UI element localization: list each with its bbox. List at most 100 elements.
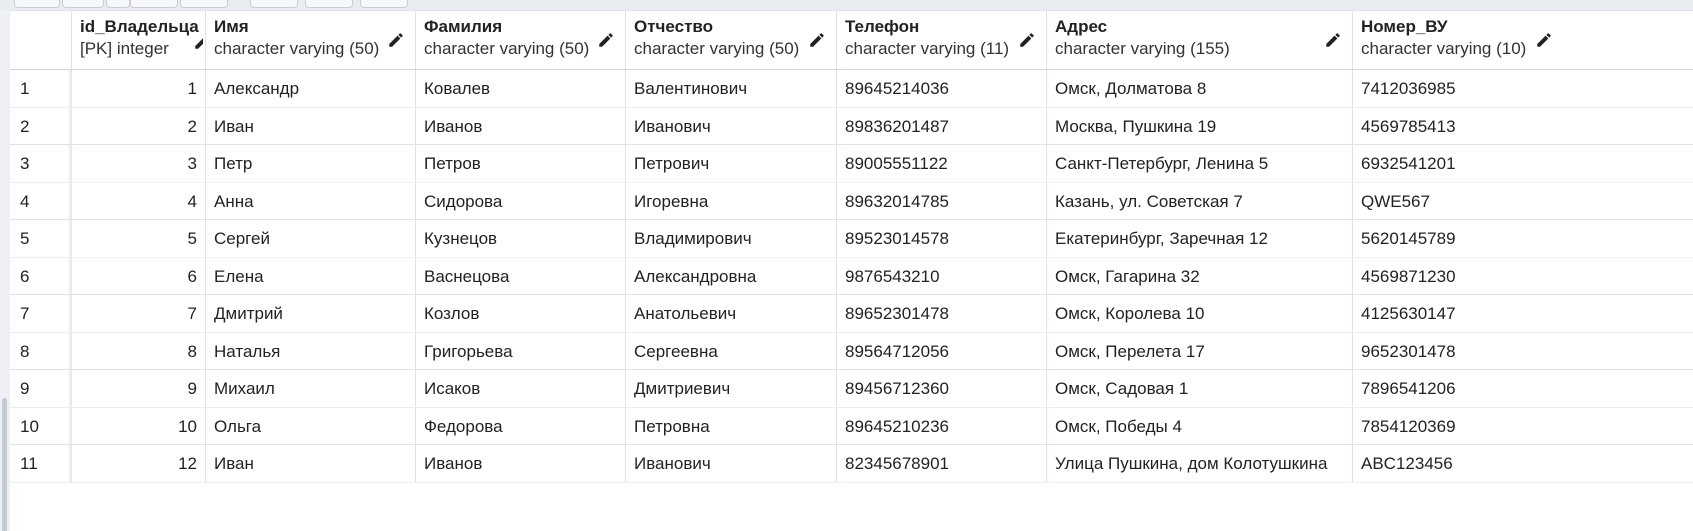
table-cell[interactable]: 89456712360: [837, 370, 1047, 407]
toolbar-button[interactable]: [14, 0, 60, 8]
table-cell[interactable]: 89523014578: [837, 220, 1047, 257]
table-cell[interactable]: Иван: [206, 107, 416, 144]
table-cell[interactable]: Федорова: [416, 407, 626, 444]
table-cell[interactable]: Иванов: [416, 445, 626, 482]
table-cell[interactable]: 89564712056: [837, 332, 1047, 369]
table-cell[interactable]: 7896541206: [1353, 370, 1563, 407]
table-cell[interactable]: Дмитриевич: [626, 370, 837, 407]
table-cell[interactable]: Кузнецов: [416, 220, 626, 257]
table-cell[interactable]: Омск, Долматова 8: [1047, 70, 1353, 107]
table-cell[interactable]: 4569871230: [1353, 258, 1563, 295]
table-cell[interactable]: Михаил: [206, 370, 416, 407]
table-cell[interactable]: 89005551122: [837, 145, 1047, 182]
table-cell[interactable]: 1: [72, 70, 206, 107]
table-cell[interactable]: 7854120369: [1353, 408, 1563, 445]
table-cell[interactable]: Екатеринбург, Заречная 12: [1047, 220, 1353, 257]
table-cell[interactable]: 8: [72, 332, 206, 369]
toolbar-button[interactable]: [106, 0, 130, 8]
table-row[interactable]: 4 4 Анна Сидорова Игоревна 89632014785 Казань,…: [10, 182, 1693, 220]
table-row[interactable]: 5 5 Сергей Кузнецов Владимирович 89523014578 Е…: [10, 220, 1693, 258]
table-cell[interactable]: 89652301478: [837, 295, 1047, 332]
table-cell[interactable]: Москва, Пушкина 19: [1047, 107, 1353, 144]
table-row[interactable]: 2 2 Иван Иванов Иванович 89836201487 Москва, П…: [10, 107, 1693, 145]
table-cell[interactable]: Иван: [206, 445, 416, 482]
toolbar-button[interactable]: [62, 0, 104, 8]
table-cell[interactable]: Казань, ул. Советская 7: [1047, 182, 1353, 219]
table-cell[interactable]: Сергей: [206, 220, 416, 257]
table-cell[interactable]: Григорьева: [416, 332, 626, 369]
pencil-icon[interactable]: [1535, 31, 1553, 49]
table-cell[interactable]: 6932541201: [1353, 145, 1563, 182]
table-cell[interactable]: Сергеевна: [626, 332, 837, 369]
table-cell[interactable]: 9: [72, 370, 206, 407]
table-cell[interactable]: QWE567: [1353, 183, 1563, 220]
table-cell[interactable]: 3: [72, 145, 206, 182]
table-cell[interactable]: 89836201487: [837, 107, 1047, 144]
table-cell[interactable]: 4: [72, 182, 206, 219]
table-cell[interactable]: Александровна: [626, 257, 837, 294]
table-cell[interactable]: Омск, Королева 10: [1047, 295, 1353, 332]
table-cell[interactable]: Игоревна: [626, 182, 837, 219]
column-header[interactable]: Телефон character varying (11): [837, 11, 1047, 69]
table-row[interactable]: 7 7 Дмитрий Козлов Анатольевич 89652301478 Омс…: [10, 295, 1693, 333]
table-cell[interactable]: Анатольевич: [626, 295, 837, 332]
pencil-icon[interactable]: [193, 33, 203, 51]
table-cell[interactable]: Петр: [206, 145, 416, 182]
table-cell[interactable]: 6: [72, 257, 206, 294]
table-cell[interactable]: Ковалев: [416, 70, 626, 107]
table-cell[interactable]: Валентинович: [626, 70, 837, 107]
table-cell[interactable]: Санкт-Петербург, Ленина 5: [1047, 145, 1353, 182]
table-cell[interactable]: Сидорова: [416, 182, 626, 219]
pencil-icon[interactable]: [808, 31, 826, 49]
toolbar-button[interactable]: [250, 0, 298, 8]
table-cell[interactable]: Наталья: [206, 332, 416, 369]
column-header[interactable]: id_Владельца [PK] integer: [72, 11, 206, 69]
table-cell[interactable]: 89632014785: [837, 182, 1047, 219]
table-cell[interactable]: Ольга: [206, 407, 416, 444]
table-cell[interactable]: 7: [72, 295, 206, 332]
table-cell[interactable]: Иванович: [626, 107, 837, 144]
table-row[interactable]: 11 12 Иван Иванов Иванович 82345678901 Улица П…: [10, 445, 1693, 483]
scrollbar-thumb[interactable]: [2, 398, 7, 531]
table-row[interactable]: 6 6 Елена Васнецова Александровна 9876543210 О…: [10, 257, 1693, 295]
table-cell[interactable]: Омск, Перелета 17: [1047, 332, 1353, 369]
table-cell[interactable]: Иванович: [626, 445, 837, 482]
column-header[interactable]: Фамилия character varying (50): [416, 11, 626, 69]
table-cell[interactable]: Владимирович: [626, 220, 837, 257]
table-cell[interactable]: 5: [72, 220, 206, 257]
table-cell[interactable]: Исаков: [416, 370, 626, 407]
table-cell[interactable]: 10: [72, 407, 206, 444]
table-cell[interactable]: Анна: [206, 182, 416, 219]
table-cell[interactable]: Козлов: [416, 295, 626, 332]
table-row[interactable]: 9 9 Михаил Исаков Дмитриевич 89456712360 Омск,…: [10, 370, 1693, 408]
table-cell[interactable]: Петровна: [626, 407, 837, 444]
column-header[interactable]: Отчество character varying (50): [626, 11, 837, 69]
table-cell[interactable]: 5620145789: [1353, 220, 1563, 257]
table-cell[interactable]: 12: [72, 445, 206, 482]
toolbar-button[interactable]: [130, 0, 178, 8]
table-cell[interactable]: Омск, Гагарина 32: [1047, 257, 1353, 294]
table-cell[interactable]: Омск, Садовая 1: [1047, 370, 1353, 407]
table-cell[interactable]: 2: [72, 107, 206, 144]
column-header[interactable]: Имя character varying (50): [206, 11, 416, 69]
table-cell[interactable]: Улица Пушкина, дом Колотушкина: [1047, 445, 1353, 482]
table-cell[interactable]: Дмитрий: [206, 295, 416, 332]
table-row[interactable]: 10 10 Ольга Федорова Петровна 89645210236 Омск…: [10, 407, 1693, 445]
table-cell[interactable]: 89645214036: [837, 70, 1047, 107]
pencil-icon[interactable]: [1324, 31, 1342, 49]
table-cell[interactable]: Иванов: [416, 107, 626, 144]
table-cell[interactable]: 82345678901: [837, 445, 1047, 482]
pencil-icon[interactable]: [1018, 31, 1036, 49]
table-cell[interactable]: Петров: [416, 145, 626, 182]
table-cell[interactable]: Омск, Победы 4: [1047, 407, 1353, 444]
toolbar-button[interactable]: [305, 0, 353, 8]
table-cell[interactable]: Васнецова: [416, 257, 626, 294]
table-cell[interactable]: ABC123456: [1353, 445, 1563, 482]
table-row[interactable]: 3 3 Петр Петров Петрович 89005551122 Санкт-Пет…: [10, 145, 1693, 183]
table-cell[interactable]: 9652301478: [1353, 333, 1563, 370]
toolbar-button[interactable]: [360, 0, 408, 8]
table-cell[interactable]: 9876543210: [837, 257, 1047, 294]
pencil-icon[interactable]: [387, 31, 405, 49]
table-row[interactable]: 8 8 Наталья Григорьева Сергеевна 89564712056 О…: [10, 332, 1693, 370]
column-header[interactable]: Адрес character varying (155): [1047, 11, 1353, 69]
